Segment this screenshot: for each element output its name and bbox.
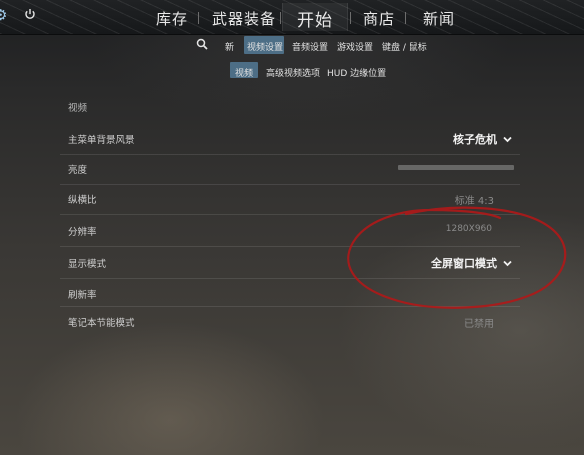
red-annotation-circle: [347, 206, 567, 309]
